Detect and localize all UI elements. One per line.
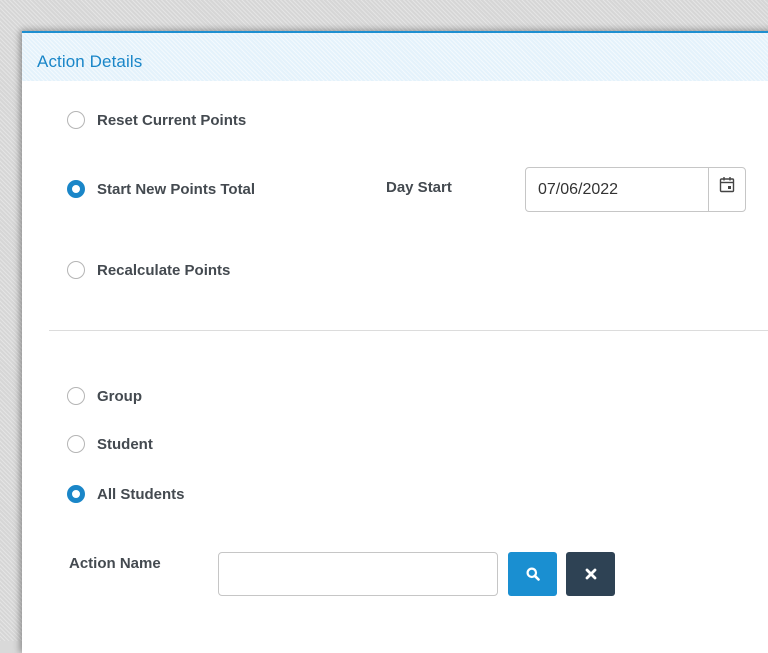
search-icon: [526, 567, 540, 581]
action-details-panel: Action Details Reset Current Points Star…: [22, 31, 768, 653]
day-start-label: Day Start: [386, 179, 452, 196]
radio-label: Start New Points Total: [97, 180, 256, 198]
radio-recalculate-points[interactable]: Recalculate Points: [67, 261, 230, 279]
radio-button-selected[interactable]: [67, 485, 85, 503]
day-start-date-field[interactable]: 07/06/2022: [525, 167, 746, 212]
radio-start-new-points-total[interactable]: Start New Points Total: [67, 180, 255, 198]
radio-student[interactable]: Student: [67, 435, 153, 453]
radio-button[interactable]: [67, 387, 85, 405]
radio-all-students[interactable]: All Students: [67, 485, 185, 503]
radio-button[interactable]: [67, 261, 85, 279]
section-divider: [49, 330, 768, 331]
day-start-value: 07/06/2022: [538, 181, 619, 198]
radio-label: Student: [97, 435, 153, 453]
close-icon: [585, 568, 596, 580]
radio-label: Reset Current Points: [97, 111, 247, 129]
radio-button[interactable]: [67, 435, 85, 453]
radio-group[interactable]: Group: [67, 387, 142, 405]
action-name-input[interactable]: [218, 552, 498, 596]
radio-label: Group: [97, 387, 142, 405]
panel-header: Action Details: [22, 33, 768, 81]
radio-button-selected[interactable]: [67, 180, 85, 198]
search-button[interactable]: [508, 552, 557, 596]
calendar-button[interactable]: [708, 168, 745, 211]
radio-label: All Students: [97, 485, 185, 503]
action-name-label: Action Name: [69, 555, 161, 572]
clear-button[interactable]: [566, 552, 615, 596]
radio-button[interactable]: [67, 111, 85, 129]
calendar-icon: [719, 177, 735, 193]
panel-title: Action Details: [37, 52, 143, 71]
radio-reset-current-points[interactable]: Reset Current Points: [67, 111, 246, 129]
radio-label: Recalculate Points: [97, 261, 231, 279]
